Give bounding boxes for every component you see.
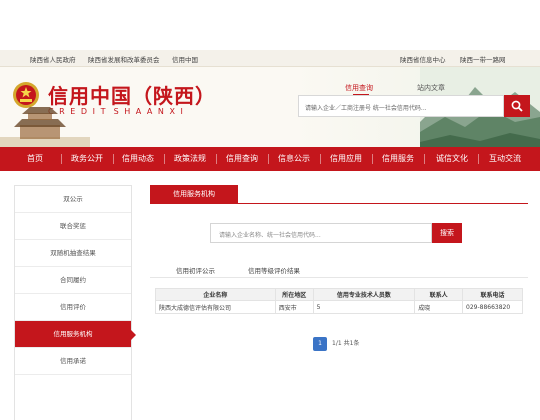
nav-credit-news[interactable]: 信用动态 xyxy=(122,147,154,171)
nav-divider xyxy=(372,154,373,164)
logo-letter: I xyxy=(92,107,98,116)
nav-interaction[interactable]: 互动交流 xyxy=(489,147,521,171)
nav-divider xyxy=(113,154,114,164)
table-header-row: 企业名称 所在地区 信用专业技术人员数 联系人 联系电话 xyxy=(155,288,523,301)
agency-search-button[interactable]: 搜索 xyxy=(432,223,462,243)
page-button-current[interactable]: 1 xyxy=(313,337,327,351)
sidebar-item-label: 信用服务机构 xyxy=(53,330,93,338)
link-shaanxi-gov[interactable]: 陕西省人民政府 xyxy=(30,54,76,64)
sidebar-item-credit-commitment[interactable]: 信用承诺 xyxy=(15,348,131,375)
nav-divider xyxy=(478,154,479,164)
logo-letter: N xyxy=(157,107,167,116)
tab-rating-results[interactable]: 信用等级评价结果 xyxy=(248,265,300,275)
logo-letter: X xyxy=(169,107,178,116)
nav-credit-application[interactable]: 信用应用 xyxy=(330,147,362,171)
sidebar-item-credit-evaluation[interactable]: 信用评价 xyxy=(15,294,131,321)
section-title-rule xyxy=(150,203,528,204)
link-belt-road[interactable]: 陕西一带一路网 xyxy=(460,54,506,64)
search-icon xyxy=(511,100,523,112)
tab-initial-evaluation[interactable]: 信用初评公示 xyxy=(176,265,215,275)
sidebar-item-random-inspection[interactable]: 双随机抽查结果 xyxy=(15,240,131,267)
main-nav: 首页 政务公开 信用动态 政策法规 信用查询 信息公示 信用应用 信用服务 诚信… xyxy=(0,147,540,171)
tab-credit-query[interactable]: 信用查询 xyxy=(345,83,373,93)
sidebar: 双公示 联合奖惩 双随机抽查结果 合同履约 信用评价 信用服务机构 信用承诺 xyxy=(14,185,136,420)
link-credit-china[interactable]: 信用中国 xyxy=(172,54,198,64)
national-emblem-icon xyxy=(13,82,39,108)
col-staff-count: 信用专业技术人员数 xyxy=(312,288,416,301)
site-header: 信用中国（陕西） C R E D I T S H A A N X I 信用查询 … xyxy=(0,67,540,147)
logo-letter: S xyxy=(113,107,122,116)
sidebar-item-label: 信用评价 xyxy=(60,303,86,311)
nav-policies[interactable]: 政策法规 xyxy=(174,147,206,171)
sidebar-item-joint-rewards[interactable]: 联合奖惩 xyxy=(15,213,131,240)
cell-staff-count: 5 xyxy=(312,300,416,314)
site-logo-chinese[interactable]: 信用中国（陕西） xyxy=(48,80,216,109)
logo-letter: I xyxy=(180,107,186,116)
table-row[interactable]: 陕西大成德信评估有限公司 西安市 5 成晓 029-88663820 xyxy=(155,300,523,314)
header-search-button[interactable] xyxy=(504,95,530,117)
nav-gov-affairs[interactable]: 政务公开 xyxy=(71,147,103,171)
sidebar-item-contract[interactable]: 合同履约 xyxy=(15,267,131,294)
col-phone: 联系电话 xyxy=(462,288,523,301)
logo-letter: T xyxy=(100,107,109,116)
main-panel: 信用服务机构 请输入企业名称、统一社会信用代码... 搜索 信用初评公示 信用等… xyxy=(150,185,528,420)
nav-integrity-culture[interactable]: 诚信文化 xyxy=(436,147,468,171)
col-company-name: 企业名称 xyxy=(155,288,276,301)
sidebar-item-double-publicity[interactable]: 双公示 xyxy=(15,186,131,213)
nav-credit-service[interactable]: 信用服务 xyxy=(382,147,414,171)
sidebar-item-label: 双随机抽查结果 xyxy=(50,249,96,257)
header-search-input[interactable]: 请输入企业／工商注册号 统一社会信用代码... xyxy=(298,95,504,117)
nav-divider xyxy=(424,154,425,164)
logo-letter: A xyxy=(146,107,156,116)
tabs-divider xyxy=(150,277,528,278)
nav-divider xyxy=(216,154,217,164)
sidebar-item-label: 联合奖惩 xyxy=(60,222,86,230)
cell-company-name[interactable]: 陕西大成德信评估有限公司 xyxy=(155,300,276,314)
bell-tower-image xyxy=(0,107,90,147)
nav-divider xyxy=(320,154,321,164)
tab-site-articles[interactable]: 站内文章 xyxy=(417,83,445,93)
logo-letter: H xyxy=(124,107,134,116)
sidebar-item-label: 合同履约 xyxy=(60,276,86,284)
nav-divider xyxy=(164,154,165,164)
col-region: 所在地区 xyxy=(274,288,314,301)
top-blank-area xyxy=(0,0,540,50)
page-summary: 1/1 共1条 xyxy=(332,340,360,347)
sidebar-item-service-agencies[interactable]: 信用服务机构 xyxy=(15,321,136,348)
logo-letter: A xyxy=(135,107,145,116)
results-table: 企业名称 所在地区 信用专业技术人员数 联系人 联系电话 陕西大成德信评估有限公… xyxy=(155,288,523,314)
nav-home[interactable]: 首页 xyxy=(27,147,43,171)
nav-credit-query[interactable]: 信用查询 xyxy=(226,147,258,171)
nav-divider xyxy=(268,154,269,164)
agency-search-input[interactable]: 请输入企业名称、统一社会信用代码... xyxy=(210,223,432,243)
link-shaanxi-ndrc[interactable]: 陕西省发展和改革委员会 xyxy=(88,54,160,64)
sidebar-item-label: 信用承诺 xyxy=(60,357,86,365)
cell-region: 西安市 xyxy=(274,300,314,314)
sidebar-item-label: 双公示 xyxy=(63,195,83,203)
nav-info-disclosure[interactable]: 信息公示 xyxy=(278,147,310,171)
top-link-bar: 陕西省人民政府 陕西省发展和改革委员会 信用中国 陕西省信息中心 陕西一带一路网 xyxy=(0,50,540,67)
link-info-center[interactable]: 陕西省信息中心 xyxy=(400,54,446,64)
cell-contact: 成晓 xyxy=(414,300,464,314)
section-title: 信用服务机构 xyxy=(150,185,238,203)
col-contact: 联系人 xyxy=(414,288,464,301)
nav-divider xyxy=(61,154,62,164)
active-arrow-icon xyxy=(131,330,136,340)
cell-phone: 029-88663820 xyxy=(462,300,523,314)
